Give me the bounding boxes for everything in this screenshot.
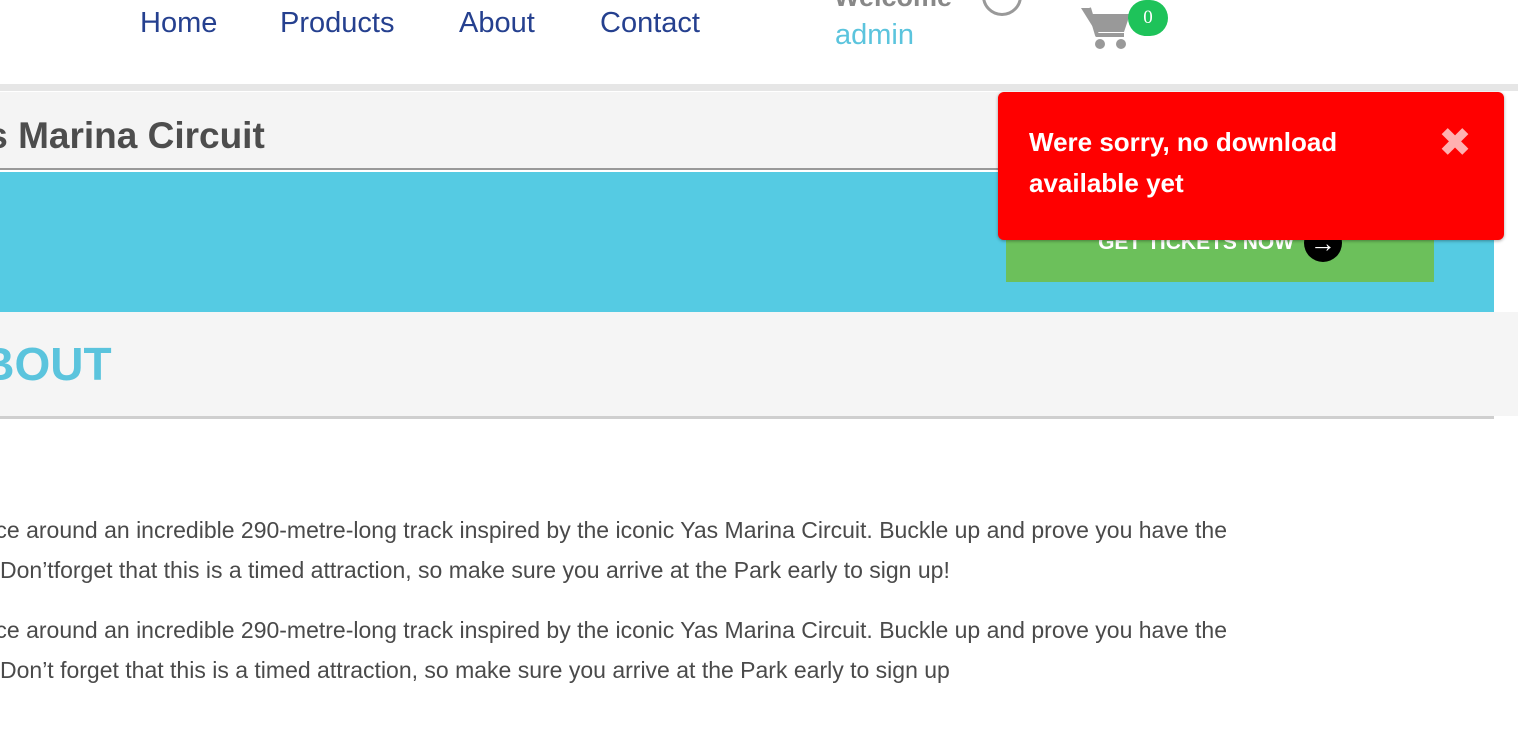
user-icon[interactable] [982,0,1022,16]
nav-contact-link[interactable]: Contact [600,4,700,42]
about-section: ABOUT [0,312,1518,416]
close-icon[interactable]: ✖ [1438,123,1472,163]
welcome-label: Welcome [834,0,952,12]
username-link[interactable]: admin [835,18,914,52]
title-section: Yas Marina Circuit [0,92,1010,170]
cart-count-badge[interactable]: 0 [1128,0,1168,36]
about-paragraph: Race around an incredible 290-metre-long… [0,610,1228,690]
header-divider [0,84,1518,91]
page-title: Yas Marina Circuit [0,115,265,156]
about-heading: ABOUT [0,338,112,390]
nav-products-link[interactable]: Products [280,4,394,42]
paragraph-line: Race around an incredible 290-metre-long… [0,517,1228,543]
nav-about-link[interactable]: About [459,4,535,42]
toast-message: Were sorry, no download available yet [1029,127,1338,198]
site-header: Home Products About Contact Welcome admi… [0,0,1518,84]
page: Home Products About Contact Welcome admi… [0,0,1518,736]
paragraph-line: Race around an incredible 290-metre-long… [0,617,1228,643]
about-paragraph: Race around an incredible 290-metre-long… [0,510,1228,590]
paragraph-line: Don’t forget that this is a timed attrac… [0,657,950,683]
nav-home-link[interactable]: Home [140,4,217,42]
cart-icon[interactable] [1080,4,1132,50]
paragraph-line: Don’tforget that this is a timed attract… [0,557,950,583]
error-toast: Were sorry, no download available yet ✖ [998,92,1504,240]
about-divider [0,416,1494,419]
